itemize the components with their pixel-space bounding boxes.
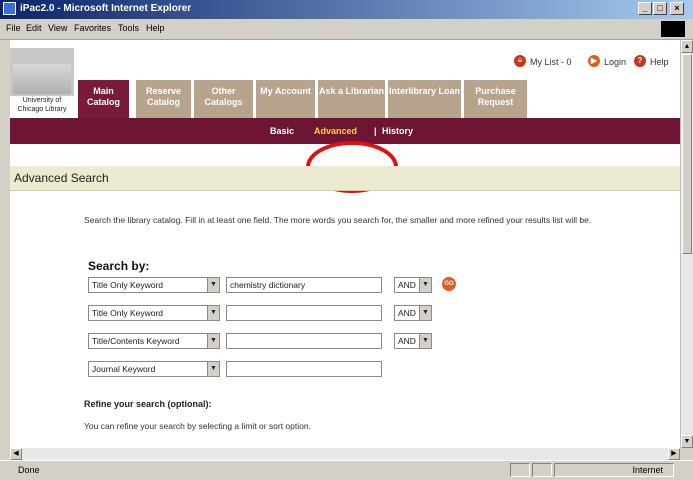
scroll-up-icon[interactable]: ▲ (681, 40, 693, 53)
vertical-scrollbar[interactable]: ▲ ▼ (680, 40, 693, 448)
tab-my-account[interactable]: My Account (256, 80, 316, 118)
tab-other-catalogs[interactable]: Other Catalogs (194, 80, 254, 118)
operator-select-3-value: AND (398, 336, 416, 346)
chevron-down-icon: ▼ (207, 334, 219, 348)
field-select-2[interactable]: Title Only Keyword ▼ (88, 305, 220, 321)
operator-select-2[interactable]: AND ▼ (394, 305, 432, 321)
maximize-button[interactable]: □ (653, 2, 667, 15)
search-input-4[interactable] (226, 361, 382, 377)
university-name: University of Chicago Library (17, 97, 67, 113)
minimize-button[interactable]: _ (638, 2, 652, 15)
close-button[interactable]: × (670, 2, 684, 15)
tab-interlibrary-loan[interactable]: Interlibrary Loan (388, 80, 462, 118)
scroll-left-icon[interactable]: ◀ (10, 448, 22, 460)
scroll-thumb[interactable] (682, 54, 692, 254)
chevron-down-icon: ▼ (419, 334, 431, 348)
operator-select-1-value: AND (398, 280, 416, 290)
status-text: Done (18, 465, 40, 475)
chevron-down-icon: ▼ (207, 306, 219, 320)
field-select-3-value: Title/Contents Keyword (92, 336, 180, 346)
chevron-down-icon: ▼ (419, 278, 431, 292)
tab-purchase-request[interactable]: Purchase Request (464, 80, 528, 118)
section-title: Advanced Search (14, 171, 109, 185)
go-button[interactable]: GO (442, 277, 456, 291)
status-segment (532, 463, 552, 477)
ie-icon (3, 2, 16, 15)
refine-title: Refine your search (optional): (84, 399, 212, 409)
scroll-right-icon[interactable]: ▶ (668, 448, 680, 460)
sub-navigation: Basic Advanced | History (10, 118, 680, 144)
menu-help[interactable]: Help (146, 23, 165, 33)
library-logo (10, 48, 74, 96)
operator-select-3[interactable]: AND ▼ (394, 333, 432, 349)
horizontal-scrollbar[interactable]: ◀ ▶ (10, 448, 680, 460)
my-list-link[interactable]: My List - 0 (530, 57, 572, 67)
status-segment (510, 463, 530, 477)
help-link[interactable]: Help (650, 57, 669, 67)
section-header: Advanced Search (10, 166, 680, 191)
field-select-4-value: Journal Keyword (92, 364, 156, 374)
tab-main-catalog[interactable]: Main Catalog (78, 80, 130, 118)
status-bar: Done Internet (0, 460, 693, 480)
menu-edit[interactable]: Edit (26, 23, 42, 33)
arrow-icon: ▶ (588, 55, 600, 67)
window-title: iPac2.0 - Microsoft Internet Explorer (20, 3, 192, 14)
menu-favorites[interactable]: Favorites (74, 23, 111, 33)
search-input-2[interactable] (226, 305, 382, 321)
operator-select-2-value: AND (398, 308, 416, 318)
field-select-4[interactable]: Journal Keyword ▼ (88, 361, 220, 377)
chevron-down-icon: ▼ (207, 362, 219, 376)
search-input-1[interactable]: chemistry dictionary (226, 277, 382, 293)
operator-select-1[interactable]: AND ▼ (394, 277, 432, 293)
tab-ask-a-librarian[interactable]: Ask a Librarian (318, 80, 386, 118)
field-select-3[interactable]: Title/Contents Keyword ▼ (88, 333, 220, 349)
page-viewport: University of Chicago Library ≡ My List … (10, 40, 680, 448)
subnav-advanced[interactable]: Advanced (314, 126, 357, 136)
chevron-down-icon: ▼ (207, 278, 219, 292)
menu-file[interactable]: File (6, 23, 21, 33)
scroll-down-icon[interactable]: ▼ (681, 435, 693, 448)
subnav-separator: | (374, 126, 377, 136)
search-input-3[interactable] (226, 333, 382, 349)
internet-zone: Internet (632, 465, 663, 475)
window-titlebar: iPac2.0 - Microsoft Internet Explorer _ … (0, 0, 693, 19)
help-icon: ? (634, 55, 646, 67)
subnav-basic[interactable]: Basic (270, 126, 294, 136)
field-select-2-value: Title Only Keyword (92, 308, 164, 318)
tab-reserve-catalog[interactable]: Reserve Catalog (136, 80, 192, 118)
menu-tools[interactable]: Tools (118, 23, 139, 33)
menu-view[interactable]: View (48, 23, 67, 33)
intro-text: Search the library catalog. Fill in at l… (84, 215, 592, 225)
windows-logo-icon (661, 21, 685, 37)
chevron-down-icon: ▼ (419, 306, 431, 320)
field-select-1-value: Title Only Keyword (92, 280, 164, 290)
login-link[interactable]: Login (604, 57, 626, 67)
field-select-1[interactable]: Title Only Keyword ▼ (88, 277, 220, 293)
search-by-label: Search by: (88, 259, 150, 273)
list-icon: ≡ (514, 55, 526, 67)
subnav-history[interactable]: History (382, 126, 413, 136)
refine-text: You can refine your search by selecting … (84, 421, 311, 431)
menu-bar: File Edit View Favorites Tools Help (0, 19, 693, 40)
